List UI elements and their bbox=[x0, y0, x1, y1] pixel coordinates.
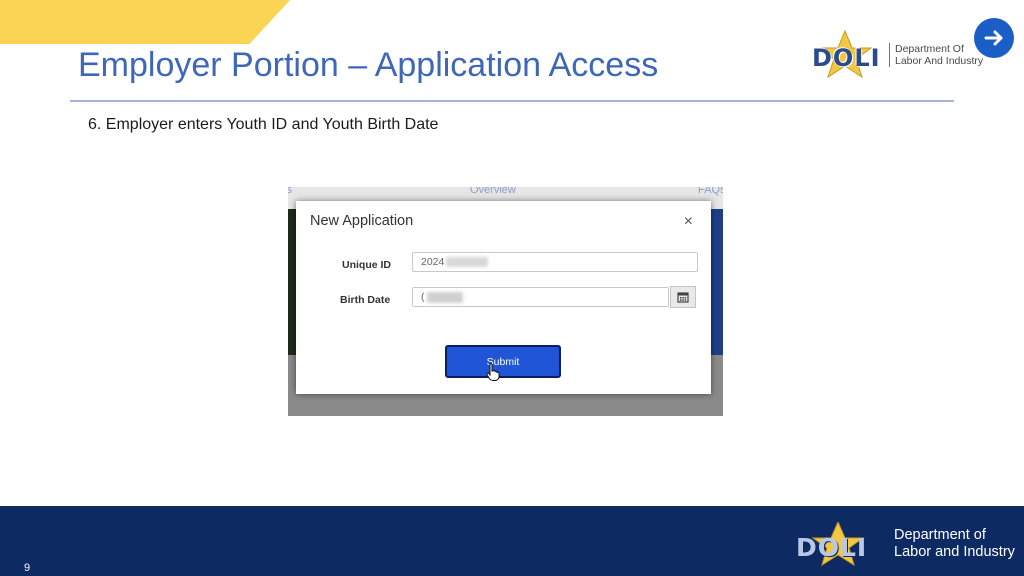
app-screenshot: ls Overview FAQs New Application × Uniqu… bbox=[288, 187, 723, 416]
calendar-icon bbox=[677, 292, 689, 303]
doli-logo-bottom: DOLI Department of Labor and Industry bbox=[790, 520, 1015, 567]
redacted-value bbox=[426, 291, 463, 303]
ghost-tab-overview: Overview bbox=[470, 187, 516, 196]
modal-title: New Application bbox=[310, 213, 414, 229]
title-divider bbox=[70, 100, 954, 102]
unique-id-input[interactable]: 2024 bbox=[412, 252, 698, 272]
corner-accent bbox=[0, 0, 290, 44]
unique-id-value: 2024 bbox=[421, 256, 445, 268]
unique-id-label: Unique ID bbox=[342, 259, 391, 271]
birth-date-label: Birth Date bbox=[340, 294, 391, 306]
doli-logo-top: DOLI Department Of Labor And Industry bbox=[805, 29, 983, 80]
footer-bar: 9 DOLI Department of Labor and Industry bbox=[0, 506, 1024, 576]
screenshot-background-right bbox=[711, 209, 723, 355]
ghost-tab-left: ls bbox=[288, 187, 292, 196]
hand-pointer-icon bbox=[486, 363, 500, 381]
step-description: 6. Employer enters Youth ID and Youth Bi… bbox=[88, 116, 439, 133]
calendar-button[interactable] bbox=[670, 286, 696, 308]
page-number: 9 bbox=[24, 562, 31, 574]
new-application-modal: New Application × Unique ID 2024 Birth D… bbox=[296, 201, 711, 394]
doli-logo-text-bottom: Department of Labor and Industry bbox=[894, 527, 1015, 560]
arrow-right-icon bbox=[984, 30, 1003, 46]
close-icon[interactable]: × bbox=[684, 213, 693, 231]
doli-logo-text-top: Department Of Labor And Industry bbox=[889, 43, 983, 67]
redacted-value bbox=[446, 257, 489, 268]
birth-date-value: ( bbox=[421, 291, 425, 303]
birth-date-input[interactable]: ( bbox=[412, 287, 669, 307]
doli-logo-mark: DOLI bbox=[790, 520, 886, 567]
doli-wordmark: DOLI bbox=[812, 44, 881, 72]
ghost-tab-faqs: FAQs bbox=[698, 187, 723, 196]
doli-wordmark: DOLI bbox=[796, 533, 868, 562]
submit-button[interactable]: Submit bbox=[445, 345, 561, 378]
doli-logo-mark: DOLI bbox=[805, 29, 885, 80]
page-title: Employer Portion – Application Access bbox=[78, 46, 659, 84]
